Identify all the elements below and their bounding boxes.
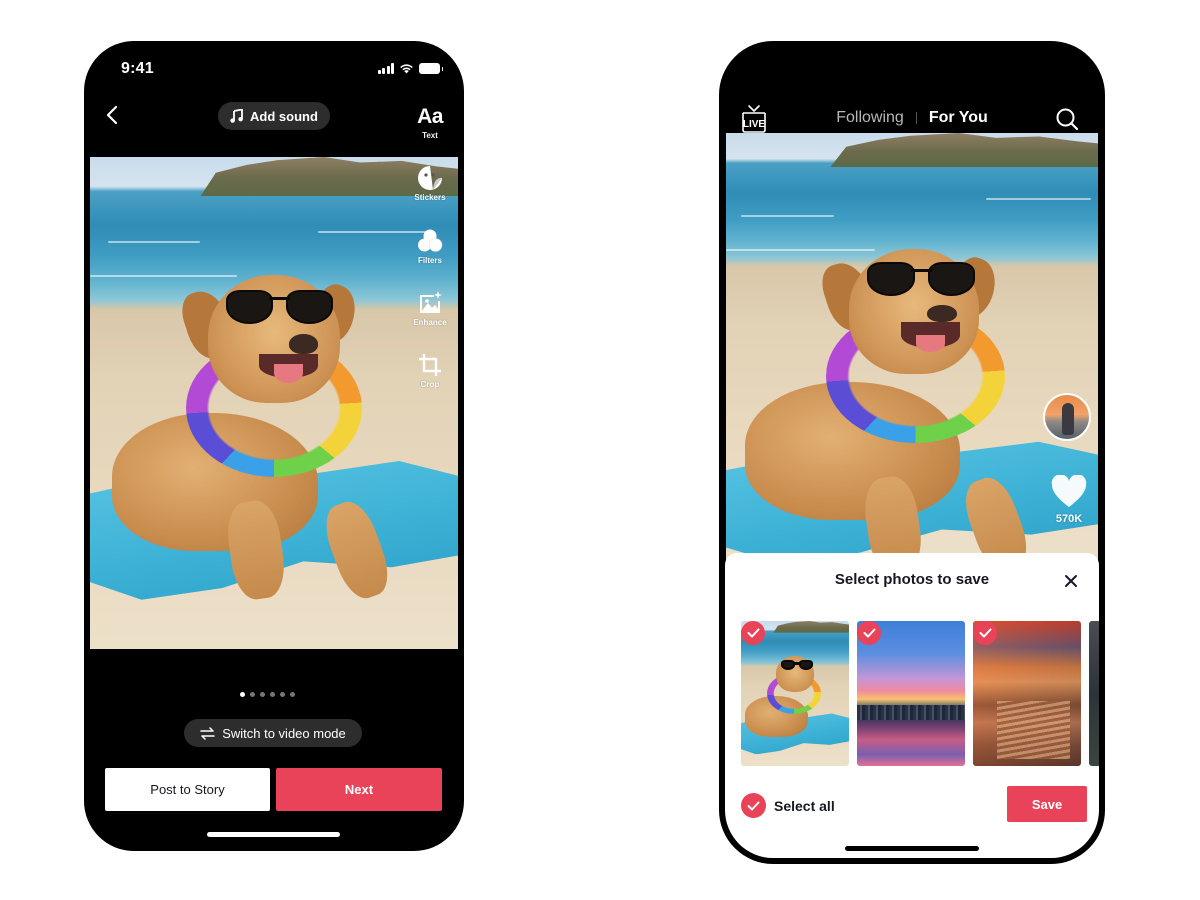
- close-icon: [1065, 575, 1077, 587]
- page-indicator: [240, 692, 295, 697]
- enhance-icon: [420, 291, 442, 313]
- close-button[interactable]: [1063, 573, 1079, 589]
- search-button[interactable]: [1055, 107, 1079, 131]
- thumbnail-image: [1089, 621, 1099, 766]
- page-dot[interactable]: [290, 692, 295, 697]
- selected-check: [857, 621, 881, 645]
- stickers-tool-label: Stickers: [414, 193, 446, 202]
- switch-mode-label: Switch to video mode: [222, 725, 346, 741]
- feed-screen: LIVE Following For You 570K Select photo…: [719, 41, 1105, 864]
- tab-for-you[interactable]: For You: [929, 109, 988, 127]
- selected-check: [973, 621, 997, 645]
- checkmark-icon: [747, 628, 759, 638]
- filters-tool[interactable]: Filters: [402, 228, 458, 265]
- status-icons: [377, 63, 443, 74]
- heart-icon: [1051, 474, 1087, 507]
- home-indicator[interactable]: [207, 832, 340, 837]
- checkmark-icon: [747, 801, 760, 810]
- page-dot[interactable]: [280, 692, 285, 697]
- search-icon: [1056, 108, 1079, 131]
- music-note-icon: [230, 109, 243, 123]
- photo-thumbnails: [741, 621, 1099, 766]
- post-to-story-button[interactable]: Post to Story: [105, 768, 270, 811]
- photo-thumbnail[interactable]: [1089, 621, 1099, 766]
- sticker-icon: [418, 166, 442, 190]
- save-photos-sheet: Select photos to save Select all Save: [725, 553, 1099, 858]
- selected-check: [741, 621, 765, 645]
- next-button[interactable]: Next: [276, 768, 442, 811]
- back-button[interactable]: [102, 103, 124, 127]
- crop-tool-label: Crop: [420, 380, 440, 389]
- filters-tool-label: Filters: [417, 256, 442, 265]
- select-all-check: [741, 793, 766, 818]
- checkmark-icon: [979, 628, 991, 638]
- select-all-label: Select all: [774, 797, 835, 814]
- add-sound-button[interactable]: Add sound: [218, 102, 330, 130]
- tab-following[interactable]: Following: [836, 109, 904, 127]
- creator-avatar[interactable]: [1043, 393, 1091, 441]
- sheet-title: Select photos to save: [834, 571, 990, 588]
- photo-thumbnail[interactable]: [857, 621, 965, 766]
- feed-photo: [726, 133, 1098, 563]
- signal-icon: [377, 63, 394, 74]
- page-dot[interactable]: [270, 692, 275, 697]
- page-dot[interactable]: [250, 692, 255, 697]
- status-time: 9:41: [121, 60, 154, 77]
- page-dot[interactable]: [240, 692, 245, 697]
- photo-editor-screen: 9:41 Add sound Aa Text Stickers Filters …: [84, 41, 464, 851]
- checkmark-icon: [863, 628, 875, 638]
- text-tool-label: Text: [422, 131, 438, 140]
- stickers-tool[interactable]: Stickers: [402, 165, 458, 202]
- photo-thumbnail[interactable]: [741, 621, 849, 766]
- select-all-toggle[interactable]: Select all: [741, 793, 835, 818]
- feed-tabs: Following For You: [725, 109, 1099, 127]
- chevron-left-icon: [106, 105, 118, 125]
- text-tool-glyph: Aa: [417, 105, 443, 128]
- swap-arrows-icon: [200, 726, 215, 740]
- switch-to-video-mode-button[interactable]: Switch to video mode: [184, 719, 362, 747]
- like-button[interactable]: [1051, 474, 1087, 509]
- battery-icon: [419, 63, 443, 74]
- crop-tool[interactable]: Crop: [402, 352, 458, 389]
- page-dot[interactable]: [260, 692, 265, 697]
- enhance-tool[interactable]: Enhance: [402, 290, 458, 327]
- text-tool[interactable]: Aa Text: [402, 105, 458, 140]
- enhance-tool-label: Enhance: [413, 318, 447, 327]
- save-button[interactable]: Save: [1007, 786, 1087, 822]
- crop-icon: [419, 354, 441, 376]
- photo-thumbnail[interactable]: [973, 621, 1081, 766]
- wifi-icon: [400, 64, 413, 74]
- home-indicator[interactable]: [845, 846, 979, 851]
- filters-icon: [418, 229, 443, 252]
- add-sound-label: Add sound: [250, 108, 318, 124]
- like-count: 570K: [1055, 513, 1083, 525]
- tab-divider: [915, 112, 917, 124]
